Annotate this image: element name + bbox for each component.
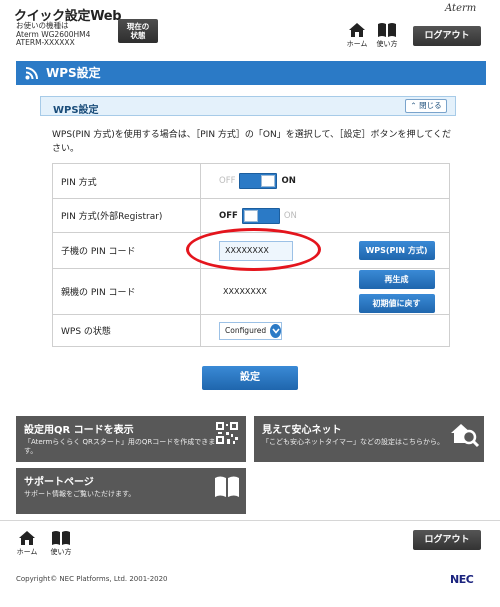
wps-status-label: WPS の状態 (52, 314, 201, 347)
submit-button[interactable]: 設定 (202, 366, 298, 390)
tile-title: 見えて安心ネット (262, 425, 342, 436)
wps-pin-button[interactable]: WPS(PIN 方式) (358, 241, 435, 260)
footer-logout-button[interactable]: ログアウト (413, 530, 481, 550)
parent-pin-label: 親機の PIN コード (52, 268, 201, 315)
wifi-icon (25, 67, 38, 80)
current-status-button[interactable]: 現在の 状態 (118, 19, 158, 43)
table-row: 親機の PIN コード XXXXXXXX 再生成 初期値に戻す (52, 268, 450, 315)
section-title: WPS設定 (53, 105, 99, 116)
help-label: 使い方 (376, 40, 398, 48)
qr-code-tile[interactable]: 設定用QR コードを表示 「Atermらくらく QRスタート」用のQRコードを作… (16, 416, 246, 462)
home-label: ホーム (346, 40, 368, 48)
home-search-icon (451, 424, 480, 448)
toggle-knob (243, 209, 258, 222)
tile-description: 「こども安心ネットタイマー」などの設定はこちらから。 (262, 438, 444, 446)
chevron-up-icon: ⌃ (410, 101, 417, 110)
book-icon (378, 23, 396, 37)
select-value: Configured (225, 326, 267, 335)
chevron-down-icon (270, 323, 281, 338)
page-title-bar: WPS設定 (16, 61, 486, 85)
safety-net-tile[interactable]: 見えて安心ネット 「こども安心ネットタイマー」などの設定はこちらから。 (254, 416, 484, 462)
toggle-switch[interactable] (239, 173, 278, 189)
collapse-button[interactable]: ⌃ 閉じる (405, 99, 447, 113)
home-icon (349, 23, 365, 37)
book-icon (52, 531, 70, 545)
toggle-on-text: ON (283, 210, 297, 221)
page-title: WPS設定 (46, 66, 101, 80)
tile-desc-line1: 「Atermらくらく QRスタート」用のQRコードを作成できま (24, 438, 216, 446)
table-row: WPS の状態 Configured (52, 314, 450, 347)
device-id: ATERM-XXXXXX (16, 38, 75, 47)
reset-default-button[interactable]: 初期値に戻す (358, 294, 435, 313)
footer-divider (0, 520, 500, 521)
home-label: ホーム (16, 548, 38, 556)
tile-desc-line2: す。 (24, 447, 38, 455)
status-button-line1: 現在の (126, 22, 150, 31)
header: クイック設定Web お使いの機種は Aterm WG2600HM4 ATERM-… (0, 0, 500, 52)
home-button[interactable]: ホーム (344, 22, 370, 50)
tile-title: サポートページ (24, 477, 94, 488)
qr-code-icon (216, 422, 238, 444)
aterm-logo: Aterm (445, 3, 477, 14)
device-info: お使いの機種は Aterm WG2600HM4 ATERM-XXXXXX (16, 21, 90, 48)
highlight-circle (186, 228, 321, 271)
toggle-off-text: OFF (219, 210, 238, 221)
table-row: PIN 方式 OFF ON (52, 163, 450, 199)
help-button[interactable]: 使い方 (374, 22, 400, 50)
nec-logo: NEC (450, 573, 474, 586)
copyright-text: Copyright© NEC Platforms, Ltd. 2001-2020 (16, 575, 168, 583)
wps-section-header: WPS設定 ⌃ 閉じる (40, 96, 456, 116)
tile-description: 「Atermらくらく QRスタート」用のQRコードを作成できま す。 (24, 438, 215, 456)
book-icon (215, 476, 239, 497)
pin-method-toggle[interactable]: OFF ON (219, 173, 296, 189)
logout-button[interactable]: ログアウト (413, 26, 481, 46)
toggle-on-text: ON (281, 176, 296, 186)
pin-method-ext-toggle[interactable]: OFF ON (219, 207, 297, 224)
section-description: WPS(PIN 方式)を使用する場合は、［PIN 方式］の「ON」を選択して、［… (52, 130, 451, 154)
child-pin-label: 子機の PIN コード (52, 232, 201, 269)
parent-pin-value: XXXXXXXX (223, 286, 267, 296)
help-label: 使い方 (50, 548, 72, 556)
footer-help-button[interactable]: 使い方 (48, 530, 74, 558)
footer-home-button[interactable]: ホーム (14, 530, 40, 558)
pin-method-label: PIN 方式 (52, 163, 201, 199)
regenerate-button[interactable]: 再生成 (358, 270, 435, 289)
pin-method-ext-label: PIN 方式(外部Registrar) (52, 198, 201, 233)
wps-status-select[interactable]: Configured (219, 321, 282, 340)
toggle-knob (261, 175, 276, 187)
tile-description: サポート情報をご覧いただけます。 (24, 490, 136, 498)
collapse-label: 閉じる (419, 101, 442, 110)
toggle-off-text: OFF (219, 176, 236, 186)
status-button-line2: 状態 (130, 31, 146, 40)
toggle-switch[interactable] (241, 207, 280, 224)
home-icon (19, 531, 35, 545)
parent-pin-buttons: 再生成 初期値に戻す (351, 270, 450, 313)
tile-title: 設定用QR コードを表示 (24, 425, 134, 436)
support-tile[interactable]: サポートページ サポート情報をご覧いただけます。 (16, 468, 246, 514)
